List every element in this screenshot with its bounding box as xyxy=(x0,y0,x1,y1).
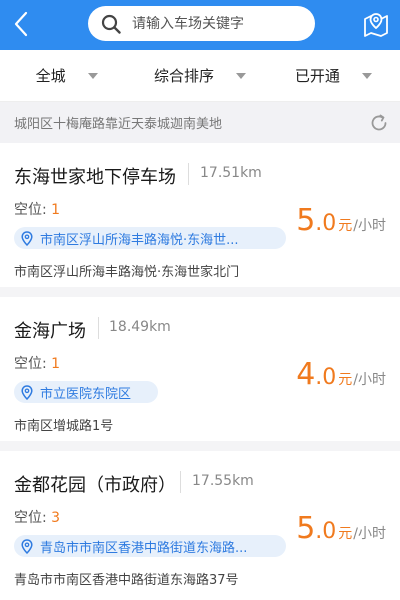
spaces-count: 1 xyxy=(51,356,61,372)
map-button[interactable] xyxy=(362,9,390,39)
parking-price: 5.0 元 /小时 xyxy=(296,203,386,238)
spaces-label: 空位: xyxy=(14,356,47,372)
spaces-label: 空位: xyxy=(14,510,47,526)
refresh-icon[interactable] xyxy=(368,112,390,134)
filter-status[interactable]: 已开通 xyxy=(267,50,400,101)
search-input[interactable] xyxy=(132,15,292,32)
search-box[interactable] xyxy=(88,6,315,41)
available-spaces: 空位: 3 xyxy=(14,507,60,527)
parking-address: 市南区增城路1号 xyxy=(14,419,114,434)
current-location-text: 城阳区十梅庵路靠近天泰城迦南美地 xyxy=(14,117,223,132)
dropdown-arrow-icon xyxy=(236,72,246,79)
price-unit: 元 xyxy=(338,372,353,388)
spaces-count: 3 xyxy=(51,510,61,526)
location-pin-icon xyxy=(20,230,34,246)
location-tag[interactable]: 市立医院东院区 xyxy=(14,381,158,403)
location-pin-icon xyxy=(20,538,34,554)
map-location-icon xyxy=(364,13,388,37)
divider xyxy=(180,471,181,493)
location-tag[interactable]: 青岛市市南区香港中路街道东海路... xyxy=(14,535,286,557)
available-spaces: 空位: 1 xyxy=(14,199,60,219)
parking-name: 金都花园（市政府） xyxy=(14,475,176,496)
location-tag-text: 青岛市市南区香港中路街道东海路... xyxy=(40,540,248,556)
filter-area[interactable]: 全城 xyxy=(0,50,133,101)
price-period: /小时 xyxy=(353,526,386,542)
price-unit: 元 xyxy=(338,526,353,542)
location-tag[interactable]: 市南区浮山所海丰路海悦·东海世... xyxy=(14,227,286,249)
parking-name: 金海广场 xyxy=(14,321,86,342)
available-spaces: 空位: 1 xyxy=(14,353,60,373)
price-value: 5.0 xyxy=(296,203,337,238)
location-tag-text: 市立医院东院区 xyxy=(40,386,132,402)
parking-card[interactable]: 金都花园（市政府） 17.55km 空位: 3 青岛市市南区香港中路街道东海路.… xyxy=(0,451,400,600)
filter-status-label: 已开通 xyxy=(294,67,340,85)
parking-address: 市南区浮山所海丰路海悦·东海世家北门 xyxy=(14,265,240,280)
parking-card[interactable]: 金海广场 18.49km 空位: 1 市立医院东院区 市南区增城路1号 4.0 … xyxy=(0,297,400,451)
spaces-label: 空位: xyxy=(14,202,47,218)
parking-name: 东海世家地下停车场 xyxy=(14,167,176,188)
parking-price: 5.0 元 /小时 xyxy=(296,511,386,546)
current-location-bar: 城阳区十梅庵路靠近天泰城迦南美地 xyxy=(0,102,400,143)
price-period: /小时 xyxy=(353,372,386,388)
dropdown-arrow-icon xyxy=(361,72,372,79)
filter-sort[interactable]: 综合排序 xyxy=(133,50,266,101)
parking-list: 东海世家地下停车场 17.51km 空位: 1 市南区浮山所海丰路海悦·东海世.… xyxy=(0,143,400,600)
divider xyxy=(188,163,189,185)
location-pin-icon xyxy=(20,384,34,400)
top-bar xyxy=(0,0,400,50)
parking-distance: 18.49km xyxy=(109,319,171,335)
parking-price: 4.0 元 /小时 xyxy=(296,357,386,392)
filter-area-label: 全城 xyxy=(35,67,66,85)
price-value: 5.0 xyxy=(296,511,337,546)
price-value: 4.0 xyxy=(296,357,337,392)
back-button[interactable] xyxy=(6,8,36,40)
location-tag-text: 市南区浮山所海丰路海悦·东海世... xyxy=(40,232,239,248)
spaces-count: 1 xyxy=(51,202,61,218)
parking-card[interactable]: 东海世家地下停车场 17.51km 空位: 1 市南区浮山所海丰路海悦·东海世.… xyxy=(0,143,400,297)
search-icon xyxy=(100,13,122,35)
filter-bar: 全城 综合排序 已开通 xyxy=(0,50,400,102)
filter-sort-label: 综合排序 xyxy=(153,67,214,85)
price-period: /小时 xyxy=(353,218,386,234)
divider xyxy=(98,317,99,339)
dropdown-arrow-icon xyxy=(87,72,98,79)
parking-distance: 17.55km xyxy=(192,473,254,489)
parking-address: 青岛市市南区香港中路街道东海路37号 xyxy=(14,573,239,588)
parking-distance: 17.51km xyxy=(200,165,262,181)
price-unit: 元 xyxy=(338,218,353,234)
chevron-left-icon xyxy=(14,11,28,37)
